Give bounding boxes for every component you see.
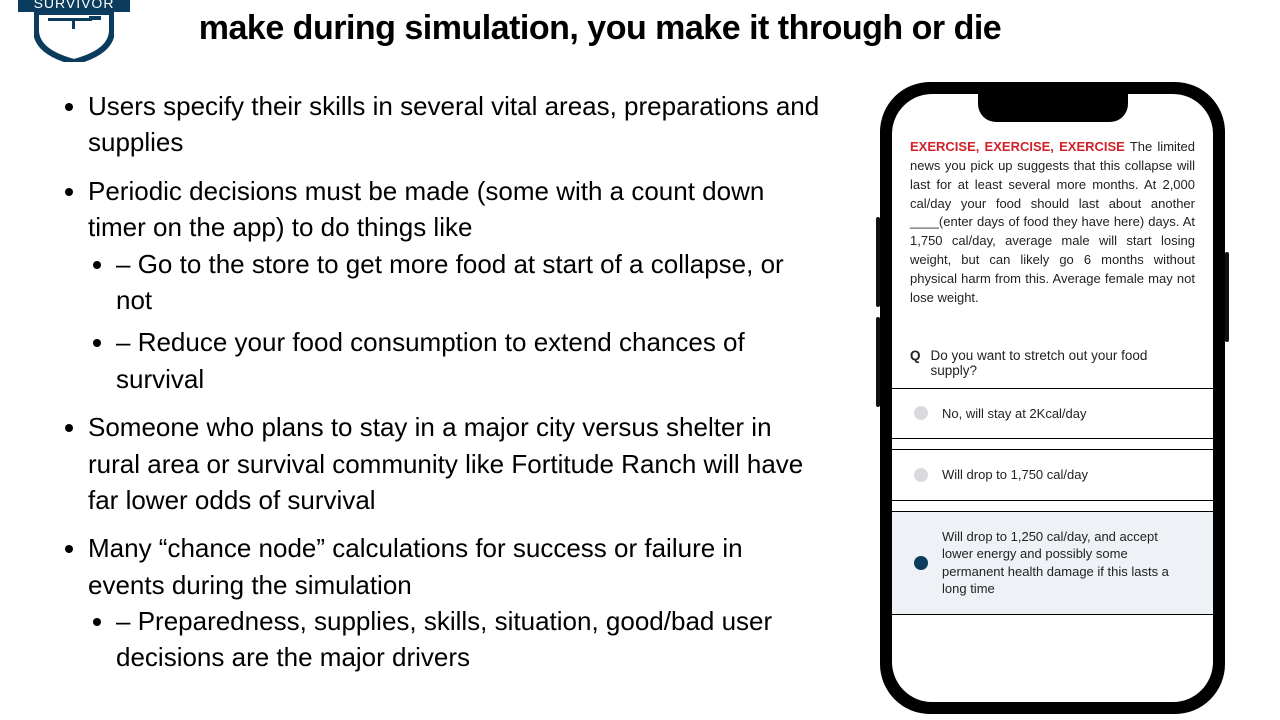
bullet-item: Many “chance node” calculations for succ… [88,530,820,676]
bullet-item: Periodic decisions must be made (some wi… [88,173,820,397]
slide: SURVIVOR make during simulation, you mak… [0,0,1280,720]
shield-icon [34,12,114,62]
radio-icon [914,556,928,570]
answer-option-label: Will drop to 1,750 cal/day [942,466,1088,484]
question-row: Q Do you want to stretch out your food s… [910,348,1195,378]
radio-icon [914,406,928,420]
exercise-label: EXERCISE, EXERCISE, EXERCISE [910,139,1125,154]
question-marker: Q [910,348,921,378]
phone-mockup: EXERCISE, EXERCISE, EXERCISE The limited… [880,82,1225,714]
brand-logo-text: SURVIVOR [18,0,130,12]
bullet-text: Periodic decisions must be made (some wi… [88,176,764,242]
phone-screen: EXERCISE, EXERCISE, EXERCISE The limited… [892,94,1213,702]
slide-headline: make during simulation, you make it thro… [170,8,1030,49]
bullet-text: Users specify their skills in several vi… [88,91,819,157]
brand-logo: SURVIVOR [18,0,130,56]
answer-option[interactable]: Will drop to 1,250 cal/day, and accept l… [892,512,1213,615]
bullet-text: Someone who plans to stay in a major cit… [88,412,803,515]
phone-notch [978,94,1128,122]
option-divider [892,439,1213,450]
sub-bullet-item: Go to the store to get more food at star… [116,246,820,319]
bullet-list: Users specify their skills in several vi… [60,88,820,688]
scenario-text: EXERCISE, EXERCISE, EXERCISE The limited… [910,138,1195,308]
bullet-text: Many “chance node” calculations for succ… [88,533,743,599]
bullet-item: Users specify their skills in several vi… [88,88,820,161]
answer-option[interactable]: Will drop to 1,750 cal/day [892,450,1213,501]
exercise-body: The limited news you pick up suggests th… [910,139,1195,305]
question-text: Do you want to stretch out your food sup… [931,348,1195,378]
bullet-item: Someone who plans to stay in a major cit… [88,409,820,518]
sub-bullet-item: Reduce your food consumption to extend c… [116,324,820,397]
answer-option-label: No, will stay at 2Kcal/day [942,405,1087,423]
answer-option-list: No, will stay at 2Kcal/day Will drop to 1… [892,388,1213,615]
answer-option[interactable]: No, will stay at 2Kcal/day [892,389,1213,440]
answer-option-label: Will drop to 1,250 cal/day, and accept l… [942,528,1191,598]
option-divider [892,501,1213,512]
radio-icon [914,468,928,482]
sub-bullet-item: Preparedness, supplies, skills, situatio… [116,603,820,676]
